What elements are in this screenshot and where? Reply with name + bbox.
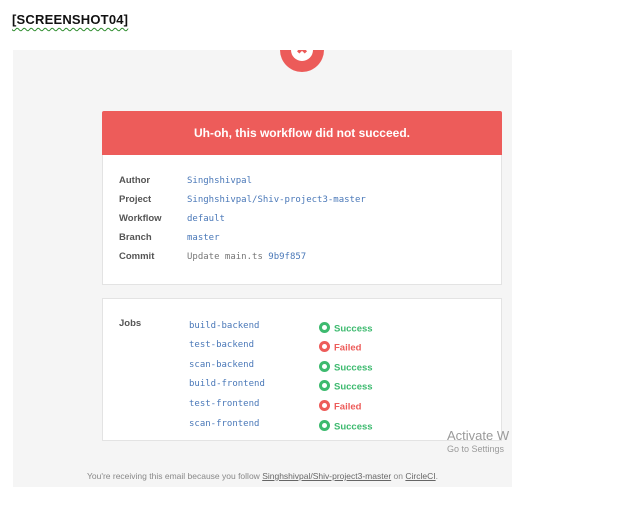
details-card: Author Singhshivpal Project Singhshivpal… <box>102 155 502 285</box>
jobs-label: Jobs <box>119 318 142 329</box>
job-status-text: Success <box>334 362 373 374</box>
job-name-link[interactable]: build-backend <box>189 321 259 331</box>
watermark-title: Activate W <box>447 428 510 443</box>
job-status-text: Failed <box>334 401 362 413</box>
job-name-link[interactable]: test-backend <box>189 340 254 350</box>
job-status: Success <box>319 418 373 432</box>
detail-label: Commit <box>119 251 155 262</box>
job-row: scan-backend Success <box>189 359 489 373</box>
email-preview: ✖ Uh-oh, this workflow did not succeed. … <box>13 50 512 487</box>
footer-middle: on <box>393 471 404 481</box>
commit-value: Update main.ts 9b9f857 <box>187 252 306 262</box>
detail-label: Workflow <box>119 213 162 224</box>
footer-prefix: You're receiving this email because you … <box>86 471 260 481</box>
failure-banner: Uh-oh, this workflow did not succeed. <box>102 111 502 155</box>
branch-link[interactable]: master <box>187 233 220 243</box>
email-footer: You're receiving this email because you … <box>13 471 512 481</box>
check-circle-icon <box>319 322 330 334</box>
job-name-link[interactable]: scan-backend <box>189 360 254 370</box>
commit-hash-link[interactable]: 9b9f857 <box>268 252 306 262</box>
footer-suffix: . <box>435 471 438 481</box>
failure-x-circle-icon: ✖ <box>280 50 324 72</box>
job-status: Success <box>319 378 373 392</box>
check-circle-icon <box>319 420 330 432</box>
detail-label: Branch <box>119 232 152 243</box>
job-status: Failed <box>319 398 361 412</box>
job-name-link[interactable]: build-frontend <box>189 379 265 389</box>
watermark-subtitle: Go to Settings <box>447 444 505 454</box>
activation-watermark: Activate W Go to Settings <box>447 428 509 454</box>
job-row: build-frontend Success <box>189 378 489 392</box>
job-row: build-backend Success <box>189 320 489 334</box>
x-circle-icon <box>319 341 330 353</box>
check-circle-icon <box>319 380 330 392</box>
job-status: Success <box>319 320 373 334</box>
job-status-text: Success <box>334 323 373 335</box>
workflow-link[interactable]: default <box>187 214 225 224</box>
job-status-text: Success <box>334 421 373 433</box>
job-status-text: Success <box>334 381 373 393</box>
banner-title: Uh-oh, this workflow did not succeed. <box>193 126 410 140</box>
job-row: test-backend Failed <box>189 339 489 353</box>
job-name-link[interactable]: scan-frontend <box>189 419 259 429</box>
author-link[interactable]: Singhshivpal <box>187 176 252 186</box>
project-link[interactable]: Singhshivpal/Shiv-project3-master <box>187 195 366 205</box>
jobs-card: Jobs build-backend Success test-backend … <box>102 298 502 441</box>
job-status-text: Failed <box>334 342 362 354</box>
x-circle-icon <box>319 400 330 412</box>
job-name-link[interactable]: test-frontend <box>189 399 259 409</box>
detail-label: Project <box>119 194 152 205</box>
job-row: scan-frontend Success <box>189 418 489 432</box>
job-status: Failed <box>319 339 361 353</box>
job-status: Success <box>319 359 373 373</box>
check-circle-icon <box>319 361 330 373</box>
screenshot-label: [SCREENSHOT04] <box>12 12 129 27</box>
footer-project-link[interactable]: Singhshivpal/Shiv-project3-master <box>262 471 391 481</box>
detail-label: Author <box>119 175 151 186</box>
commit-message: Update main.ts <box>187 252 263 262</box>
job-row: test-frontend Failed <box>189 398 489 412</box>
footer-circleci-link[interactable]: CircleCI <box>405 471 435 481</box>
